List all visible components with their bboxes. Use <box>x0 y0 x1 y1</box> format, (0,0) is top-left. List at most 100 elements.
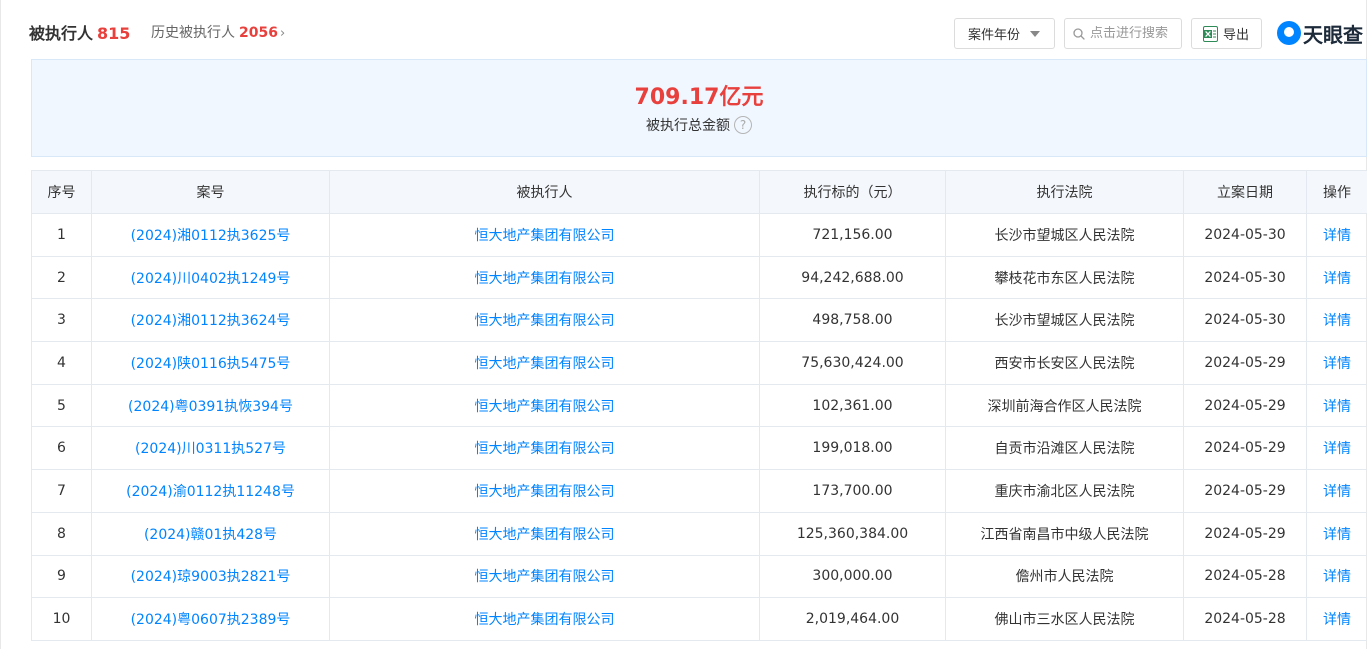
search-input[interactable] <box>1090 26 1182 41</box>
history-link[interactable]: 历史被执行人 2056 › <box>151 22 285 42</box>
history-label: 历史被执行人 <box>151 25 235 41</box>
table-row: 1 (2024)湘0112执3625号 恒大地产集团有限公司 721,156.0… <box>31 213 1367 257</box>
detail-link[interactable]: 详情 <box>1306 255 1367 300</box>
execution-amount: 125,360,384.00 <box>759 511 946 556</box>
table-header-row: 序号 案号 被执行人 执行标的（元） 执行法院 立案日期 操作 <box>31 170 1367 214</box>
case-number-link[interactable]: (2024)琼9003执2821号 <box>91 554 330 599</box>
table-row: 2 (2024)川0402执1249号 恒大地产集团有限公司 94,242,68… <box>31 255 1367 300</box>
detail-link[interactable]: 详情 <box>1306 213 1367 257</box>
detail-link[interactable]: 详情 <box>1306 554 1367 599</box>
party-link[interactable]: 恒大地产集团有限公司 <box>329 554 760 599</box>
case-number-link[interactable]: (2024)川0402执1249号 <box>91 255 330 300</box>
court-name: 江西省南昌市中级人民法院 <box>945 511 1184 556</box>
case-number-link[interactable]: (2024)赣01执428号 <box>91 511 330 556</box>
total-summary: 709.17亿元 被执行总金额 ? <box>31 59 1367 157</box>
party-link[interactable]: 恒大地产集团有限公司 <box>329 597 760 641</box>
row-index: 7 <box>31 469 92 513</box>
detail-link[interactable]: 详情 <box>1306 383 1367 428</box>
party-link[interactable]: 恒大地产集团有限公司 <box>329 426 760 471</box>
table-row: 10 (2024)粤0607执2389号 恒大地产集团有限公司 2,019,46… <box>31 597 1367 641</box>
case-number-link[interactable]: (2024)粤0607执2389号 <box>91 597 330 641</box>
party-link[interactable]: 恒大地产集团有限公司 <box>329 383 760 428</box>
execution-amount: 199,018.00 <box>759 426 946 471</box>
table-row: 6 (2024)川0311执527号 恒大地产集团有限公司 199,018.00… <box>31 426 1367 471</box>
table-row: 5 (2024)粤0391执恢394号 恒大地产集团有限公司 102,361.0… <box>31 383 1367 428</box>
filing-date: 2024-05-29 <box>1183 426 1307 471</box>
court-name: 长沙市望城区人民法院 <box>945 298 1184 343</box>
page: 被执行人 8 1 5 历史被执行人 2056 › 案件年份 点击进行搜索 导出 天眼… <box>0 0 1367 649</box>
table-row: 8 (2024)赣01执428号 恒大地产集团有限公司 125,360,384.… <box>31 511 1367 556</box>
execution-amount: 173,700.00 <box>759 469 946 513</box>
execution-amount: 721,156.00 <box>759 213 946 257</box>
history-count: 2056 <box>239 25 278 41</box>
case-number-link[interactable]: (2024)湘0112执3625号 <box>91 213 330 257</box>
year-filter-select[interactable]: 案件年份 <box>954 18 1055 49</box>
party-link[interactable]: 恒大地产集团有限公司 <box>329 298 760 343</box>
filing-date: 2024-05-28 <box>1183 554 1307 599</box>
court-name: 深圳前海合作区人民法院 <box>945 383 1184 428</box>
detail-link[interactable]: 详情 <box>1306 426 1367 471</box>
header: 被执行人 815 历史被执行人 2056 › 案件年份 点击进行搜索 导出 天眼… <box>1 0 1367 60</box>
col-header-amount: 执行标的（元） <box>759 170 946 214</box>
chevron-right-icon: › <box>279 26 286 41</box>
case-number-link[interactable]: (2024)陕0116执5475号 <box>91 341 330 385</box>
filing-date: 2024-05-30 <box>1183 298 1307 343</box>
search-box[interactable] <box>1064 18 1182 49</box>
title-label: 被执行人 <box>29 24 94 43</box>
brand-logo: 天眼查 <box>1277 18 1363 48</box>
logo-text: 天眼查 <box>1303 22 1363 47</box>
court-name: 自贡市沿滩区人民法院 <box>945 426 1184 471</box>
total-label-row: 被执行总金额 ? <box>32 115 1366 135</box>
court-name: 攀枝花市东区人民法院 <box>945 255 1184 300</box>
detail-link[interactable]: 详情 <box>1306 511 1367 556</box>
detail-link[interactable]: 详情 <box>1306 469 1367 513</box>
row-index: 5 <box>31 383 92 428</box>
excel-icon <box>1203 25 1218 42</box>
filing-date: 2024-05-30 <box>1183 213 1307 257</box>
export-label: 导出 <box>1223 28 1250 43</box>
detail-link[interactable]: 详情 <box>1306 341 1367 385</box>
col-header-date: 立案日期 <box>1183 170 1307 214</box>
party-link[interactable]: 恒大地产集团有限公司 <box>329 341 760 385</box>
party-link[interactable]: 恒大地产集团有限公司 <box>329 469 760 513</box>
filing-date: 2024-05-30 <box>1183 255 1307 300</box>
case-number-link[interactable]: (2024)粤0391执恢394号 <box>91 383 330 428</box>
row-index: 4 <box>31 341 92 385</box>
table-row: 7 (2024)渝0112执11248号 恒大地产集团有限公司 173,700.… <box>31 469 1367 513</box>
execution-amount: 75,630,424.00 <box>759 341 946 385</box>
row-index: 10 <box>31 597 92 641</box>
detail-link[interactable]: 详情 <box>1306 597 1367 641</box>
filing-date: 2024-05-29 <box>1183 511 1307 556</box>
party-link[interactable]: 恒大地产集团有限公司 <box>329 213 760 257</box>
row-index: 1 <box>31 213 92 257</box>
detail-link[interactable]: 详情 <box>1306 298 1367 343</box>
party-link[interactable]: 恒大地产集团有限公司 <box>329 255 760 300</box>
party-link[interactable]: 恒大地产集团有限公司 <box>329 511 760 556</box>
table-row: 3 (2024)湘0112执3624号 恒大地产集团有限公司 498,758.0… <box>31 298 1367 343</box>
col-header-index: 序号 <box>31 170 92 214</box>
execution-amount: 102,361.00 <box>759 383 946 428</box>
search-icon <box>1073 27 1085 40</box>
row-index: 6 <box>31 426 92 471</box>
execution-amount: 94,242,688.00 <box>759 255 946 300</box>
case-number-link[interactable]: (2024)渝0112执11248号 <box>91 469 330 513</box>
execution-amount: 498,758.00 <box>759 298 946 343</box>
row-index: 2 <box>31 255 92 300</box>
court-name: 长沙市望城区人民法院 <box>945 213 1184 257</box>
question-circle-icon[interactable]: ? <box>734 116 752 134</box>
case-number-link[interactable]: (2024)川0311执527号 <box>91 426 330 471</box>
filing-date: 2024-05-29 <box>1183 383 1307 428</box>
filing-date: 2024-05-29 <box>1183 469 1307 513</box>
table-row: 9 (2024)琼9003执2821号 恒大地产集团有限公司 300,000.0… <box>31 554 1367 599</box>
total-label: 被执行总金额 <box>646 118 730 134</box>
filing-date: 2024-05-28 <box>1183 597 1307 641</box>
col-header-party: 被执行人 <box>329 170 760 214</box>
table-row: 4 (2024)陕0116执5475号 恒大地产集团有限公司 75,630,42… <box>31 341 1367 385</box>
col-header-action: 操作 <box>1306 170 1367 214</box>
export-button[interactable]: 导出 <box>1191 18 1262 49</box>
court-name: 西安市长安区人民法院 <box>945 341 1184 385</box>
court-name: 佛山市三水区人民法院 <box>945 597 1184 641</box>
tianyancha-logo-icon <box>1277 21 1301 45</box>
row-index: 8 <box>31 511 92 556</box>
case-number-link[interactable]: (2024)湘0112执3624号 <box>91 298 330 343</box>
